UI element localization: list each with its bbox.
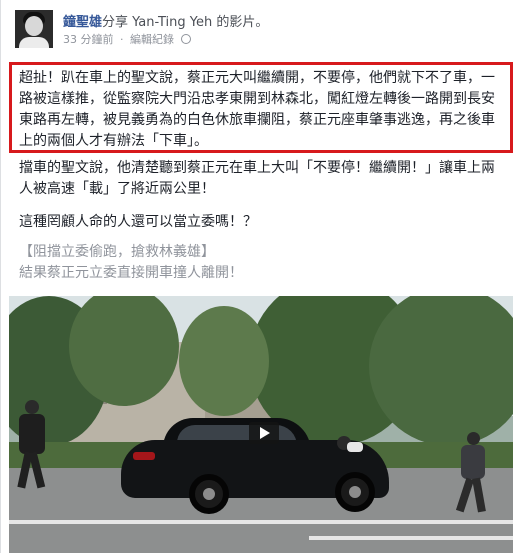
text-line: 人被高速「載」了將近兩公里！ bbox=[19, 181, 215, 197]
person-left bbox=[15, 400, 46, 490]
avatar[interactable] bbox=[15, 10, 53, 48]
video-tree bbox=[179, 306, 269, 416]
play-icon bbox=[260, 427, 270, 439]
paragraph-2: 擋車的聖文說，他清楚聽到蔡正元在車上大叫「不要停！繼續開！」讓車上兩 人被高速「… bbox=[19, 158, 495, 200]
person-right bbox=[455, 432, 487, 514]
text-line: 東路再左轉，被見義勇為的白色休旅車攔阻，蔡正元座車肇事逃逸，再之後車 bbox=[19, 112, 495, 128]
text-line: 路被這樣推，從監察院大門沿忠孝東開到林森北，闖紅燈左轉後一路開到長安 bbox=[19, 91, 495, 107]
text-line: 這種罔顧人命的人還可以當立委嗎！？ bbox=[19, 214, 257, 230]
edit-history-link[interactable]: 編輯紀錄 bbox=[130, 33, 174, 46]
car-wheel bbox=[189, 474, 229, 514]
share-text: 分享 Yan-Ting Yeh 的影片。 bbox=[102, 15, 269, 30]
text-line: 結果蔡正元立委直接開車撞人離開！ bbox=[19, 265, 243, 281]
facebook-post: 鐘聖雄分享 Yan-Ting Yeh 的影片。 33 分鐘前 · 編輯紀錄 超扯… bbox=[0, 0, 527, 553]
car-taillight bbox=[133, 452, 155, 460]
text-line: 超扯！趴在車上的聖文說，蔡正元大叫繼續開，不要停，他們就下不了車，一 bbox=[19, 70, 495, 86]
highlighted-paragraph: 超扯！趴在車上的聖文說，蔡正元大叫繼續開，不要停，他們就下不了車，一 路被這樣推… bbox=[19, 68, 495, 152]
lane-marking bbox=[9, 520, 513, 524]
text-line: 上的兩個人才有辦法「下車」。 bbox=[19, 133, 208, 149]
paragraph-3: 這種罔顧人命的人還可以當立委嗎！？ bbox=[19, 212, 257, 233]
text-line: 擋車的聖文說，他清楚聽到蔡正元在車上大叫「不要停！繼續開！」讓車上兩 bbox=[19, 160, 495, 176]
post-time[interactable]: 33 分鐘前 bbox=[63, 33, 114, 46]
person-near-car bbox=[337, 434, 363, 454]
text-line: 【阻擋立委偷跑，搶救林義雄】 bbox=[19, 244, 215, 260]
globe-icon bbox=[180, 34, 191, 44]
car-wheel bbox=[335, 472, 375, 512]
post-meta: 33 分鐘前 · 編輯紀錄 bbox=[63, 31, 191, 47]
lane-marking bbox=[309, 536, 513, 540]
meta-separator: · bbox=[120, 33, 124, 46]
video-title: 【阻擋立委偷跑，搶救林義雄】 結果蔡正元立委直接開車撞人離開！ bbox=[19, 242, 243, 284]
author-name[interactable]: 鐘聖雄 bbox=[63, 15, 102, 30]
post-headline: 鐘聖雄分享 Yan-Ting Yeh 的影片。 bbox=[63, 11, 268, 30]
play-button[interactable] bbox=[249, 422, 279, 444]
video-player[interactable] bbox=[9, 296, 513, 553]
